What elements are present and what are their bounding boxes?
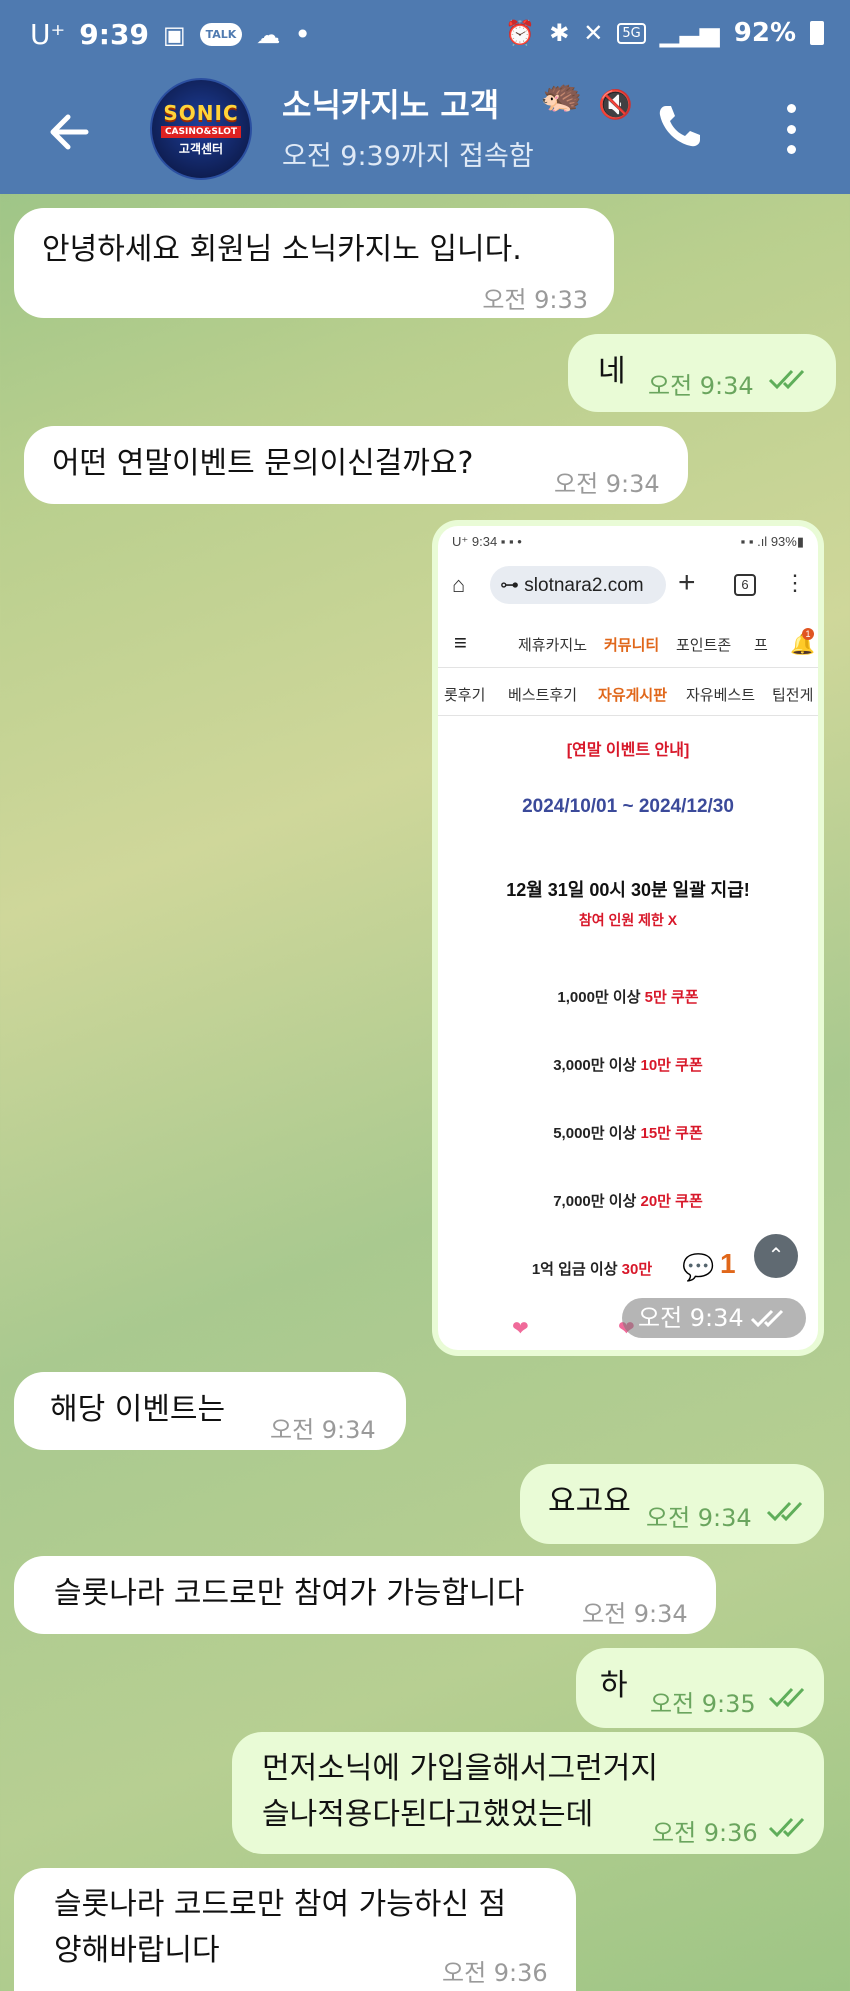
ss-url: slotnara2.com	[524, 575, 644, 596]
message-time: 오전 9:34	[270, 1416, 376, 1444]
battery-percent: 92%	[733, 18, 796, 48]
shared-screenshot[interactable]: U⁺ 9:34 ▪ ▪ • ▪ ▪ .ıl 93%▮ ⌂ ⊶ slotnara2…	[438, 526, 818, 1350]
status-bar: U⁺ 9:39 ▣ TALK ☁ • ⏰ ✱ ✕ 5G ▁▃▅ 92%	[0, 0, 850, 76]
chat-header: SONIC CASINO&SLOT 고객센터 소닉카지노 고객 🦔 🔇 오전 9…	[0, 76, 850, 194]
chat-title[interactable]: 소닉카지노 고객	[282, 80, 499, 126]
message-time: 오전 9:34	[648, 372, 754, 400]
read-check-icon	[766, 1501, 803, 1522]
ss-tier: 7,000만 이상 20만 쿠폰	[438, 1190, 818, 1211]
message-text-line: 슬롯나라 코드로만 참여 가능하신 점	[54, 1887, 507, 1922]
menu-dots-icon: ⋮	[784, 570, 806, 595]
message-text: 안녕하세요 회원님 소닉카지노 입니다.	[42, 232, 522, 267]
back-arrow-icon[interactable]	[40, 102, 100, 162]
ss-tier-reward: 10만 쿠폰	[640, 1057, 703, 1074]
ss-status-right: ▪ ▪ .ıl 93%▮	[740, 534, 804, 549]
read-check-icon	[768, 369, 805, 390]
message-incoming[interactable]: 슬롯나라 코드로만 참여가 가능합니다 오전 9:34	[14, 1556, 716, 1634]
message-time: 오전 9:34	[638, 1304, 744, 1332]
ss-nav-item: 제휴카지노	[518, 637, 588, 654]
heart-icon: ❤	[512, 1318, 529, 1340]
ss-nav-item: 포인트존	[676, 637, 732, 654]
message-outgoing[interactable]: 요고요 오전 9:34	[520, 1464, 824, 1544]
ss-tier-cond: 3,000만 이상	[553, 1057, 637, 1074]
bluetooth-icon: ✱	[549, 19, 570, 47]
message-incoming[interactable]: 안녕하세요 회원님 소닉카지노 입니다. 오전 9:33	[14, 208, 614, 318]
ss-subnav-item: 자유베스트	[686, 687, 756, 704]
ss-pay-time: 12월 31일 00시 30분 일괄 지급!	[506, 880, 750, 900]
message-text-line: 먼저소닉에 가입을해서그런거지	[262, 1751, 658, 1786]
last-seen: 오전 9:39까지 접속함	[282, 141, 534, 172]
message-incoming[interactable]: 어떤 연말이벤트 문의이신걸까요? 오전 9:34	[24, 426, 688, 504]
ss-period: 2024/10/01 ~ 2024/12/30	[522, 796, 734, 817]
mute-icon: ✕	[583, 19, 604, 47]
message-outgoing[interactable]: 먼저소닉에 가입을해서그런거지 슬나적용다된다고했었는데 오전 9:36	[232, 1732, 824, 1854]
read-check-icon	[768, 1817, 805, 1838]
message-time: 오전 9:36	[442, 1959, 548, 1987]
ss-tier: 5,000만 이상 15만 쿠폰	[438, 1122, 818, 1143]
ss-nav-item: 커뮤니티	[604, 637, 660, 654]
ss-tier: 3,000만 이상 10만 쿠폰	[438, 1054, 818, 1075]
ss-tier-reward: 30만	[621, 1261, 653, 1278]
ss-tab-count: 6	[734, 574, 756, 596]
message-time: 오전 9:35	[650, 1690, 756, 1718]
scroll-up-icon: ⌃	[754, 1234, 798, 1278]
ss-comment-count: 1	[720, 1248, 736, 1279]
clock: 9:39	[79, 18, 149, 51]
network-type: 5G	[617, 22, 646, 44]
ss-notice-title: [연말 이벤트 안내]	[566, 742, 690, 759]
signal-icon: ▁▃▅	[659, 18, 720, 48]
comment-bubble-icon: 💬	[682, 1252, 715, 1282]
ss-url-bar: ⊶ slotnara2.com	[490, 566, 666, 604]
ss-tier-reward: 15만 쿠폰	[640, 1125, 703, 1142]
cloud-icon: ☁	[256, 20, 281, 49]
message-outgoing[interactable]: 네 오전 9:34	[568, 334, 836, 412]
ss-tier: 1,000만 이상 5만 쿠폰	[438, 986, 818, 1007]
ss-nav-sub: 롯후기 베스트후기 자유게시판 자유베스트 팁전게	[438, 668, 818, 716]
ss-tier-cond: 1,000만 이상	[557, 989, 641, 1006]
ss-subnav-item: 팁전게	[772, 687, 814, 704]
ss-tier-cond: 1억 입금 이상	[531, 1261, 618, 1278]
phone-icon[interactable]	[652, 98, 708, 154]
more-vertical-icon[interactable]	[776, 104, 806, 154]
image-message[interactable]: U⁺ 9:34 ▪ ▪ • ▪ ▪ .ıl 93%▮ ⌂ ⊶ slotnara2…	[432, 520, 824, 1356]
ss-nav-item: 프	[754, 637, 768, 654]
avatar[interactable]: SONIC CASINO&SLOT 고객센터	[150, 78, 252, 180]
ss-subnav-item: 롯후기	[444, 687, 486, 704]
alarm-icon: ⏰	[505, 19, 536, 47]
avatar-logo-caption: 고객센터	[178, 142, 224, 156]
read-check-icon	[768, 1687, 805, 1708]
sonic-emoji-icon: 🦔	[540, 76, 583, 116]
ss-battery: 93%	[770, 534, 797, 549]
battery-icon	[810, 21, 824, 45]
message-time: 오전 9:33	[482, 286, 588, 314]
avatar-logo-sub: CASINO&SLOT	[160, 126, 242, 138]
avatar-logo-text: SONIC	[163, 101, 239, 125]
muted-icon: 🔇	[598, 88, 633, 121]
read-check-icon	[750, 1309, 784, 1328]
message-time: 오전 9:34	[582, 1600, 688, 1628]
message-time: 오전 9:34	[554, 470, 660, 498]
dot-icon: •	[294, 18, 311, 51]
gallery-icon: ▣	[162, 20, 186, 49]
ss-subnav-item: 베스트후기	[508, 687, 578, 704]
ss-subnav-item: 자유게시판	[598, 687, 668, 704]
carrier-label: U⁺	[30, 18, 66, 51]
ss-limit: 참여 인원 제한 X	[578, 912, 678, 928]
ss-bell-badge: 1	[802, 628, 814, 640]
ss-tier-reward: 5만 쿠폰	[644, 989, 699, 1006]
message-time: 오전 9:36	[652, 1819, 758, 1847]
ss-tier-cond: 7,000만 이상	[553, 1193, 637, 1210]
ss-time: 9:34	[471, 534, 498, 549]
talk-icon: TALK	[199, 23, 243, 46]
hamburger-icon: ≡	[454, 630, 467, 655]
message-incoming[interactable]: 해당 이벤트는 오전 9:34	[14, 1372, 406, 1450]
ss-nav-main: ≡ 제휴카지노 커뮤니티 포인트존 프 🔔 1	[438, 618, 818, 668]
plus-icon: +	[678, 566, 696, 599]
ss-tier-cond: 5,000만 이상	[553, 1125, 637, 1142]
message-incoming[interactable]: 슬롯나라 코드로만 참여 가능하신 점 양해바랍니다 오전 9:36	[14, 1868, 576, 1991]
ss-status-left: U⁺ 9:34 ▪ ▪ •	[452, 534, 522, 549]
ss-tier-reward: 20만 쿠폰	[640, 1193, 703, 1210]
message-time: 오전 9:34	[646, 1504, 752, 1532]
home-icon: ⌂	[452, 572, 466, 597]
